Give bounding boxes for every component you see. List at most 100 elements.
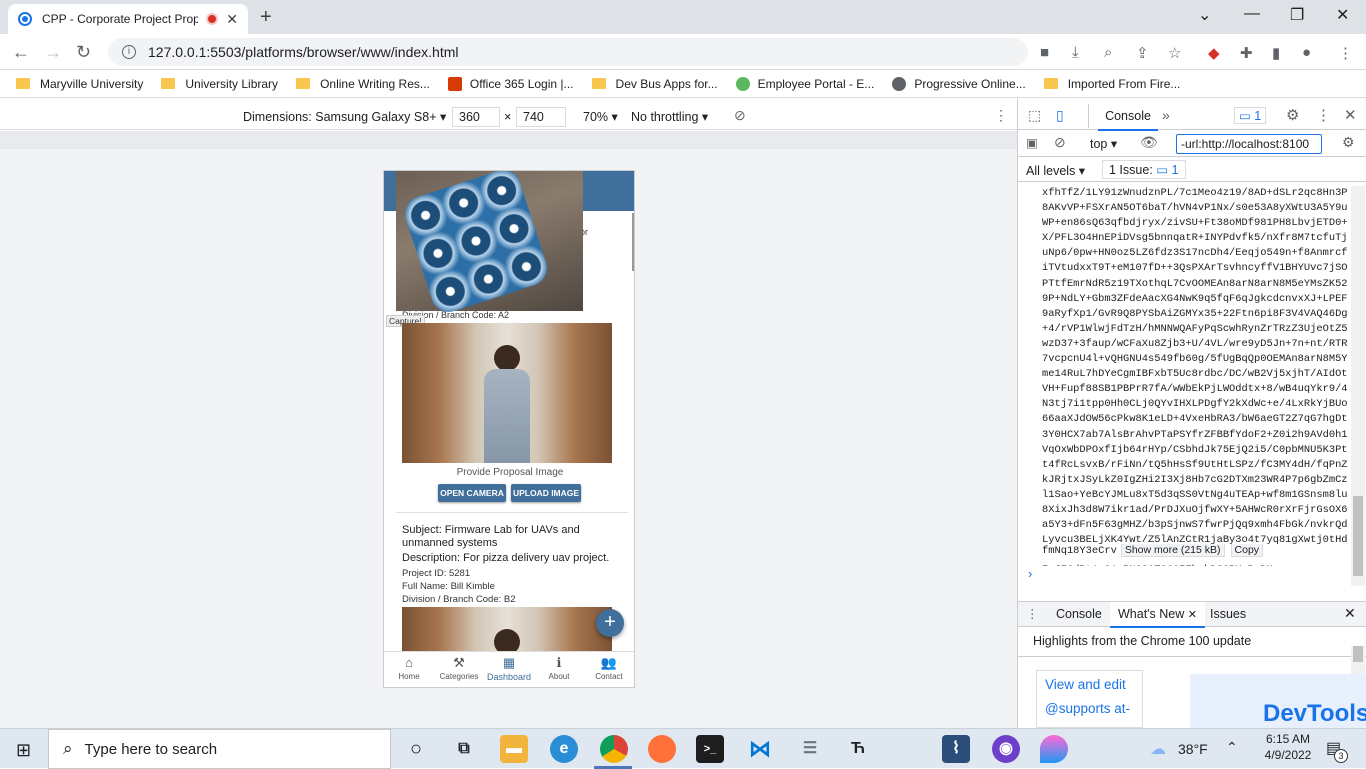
windows-start-icon[interactable]: ⊞ xyxy=(16,740,31,761)
content-scrollbar[interactable] xyxy=(632,213,634,271)
zoom-icon[interactable]: ⌕ xyxy=(1104,44,1112,61)
nav-contact[interactable]: 👥 Contact xyxy=(584,654,634,681)
vscode-icon[interactable]: ⋈ xyxy=(746,735,774,763)
folder-icon xyxy=(296,78,311,89)
show-more-button[interactable]: Show more (215 kB) xyxy=(1120,544,1225,557)
forward-icon[interactable]: → xyxy=(44,42,62,63)
temperature[interactable]: 38°F xyxy=(1178,741,1208,757)
sidebar-toggle-icon[interactable]: ▣ xyxy=(1026,135,1038,150)
more-tabs-icon[interactable]: » xyxy=(1162,107,1170,123)
drawer-menu-icon[interactable]: ⋮ xyxy=(1026,606,1039,621)
typora-icon[interactable]: Ћ xyxy=(844,735,872,763)
console-filter-input[interactable]: -url:http://localhost:8100 xyxy=(1176,134,1322,154)
drawer-whatsnew-tab[interactable]: What's New ✕ xyxy=(1110,602,1205,628)
context-select[interactable]: top ▾ xyxy=(1090,136,1117,151)
profile-avatar-icon[interactable]: ● xyxy=(1302,44,1311,61)
menu-kebab-icon[interactable]: ⋮ xyxy=(1338,44,1353,62)
scrollbar-thumb[interactable] xyxy=(1353,496,1363,576)
live-expression-eye-icon[interactable]: 👁 xyxy=(1140,134,1158,151)
nav-categories[interactable]: ⚒ Categories xyxy=(434,654,484,681)
close-drawer-icon[interactable]: ✕ xyxy=(1344,605,1356,622)
device-dimensions-select[interactable]: Dimensions: Samsung Galaxy S8+ ▾ xyxy=(243,109,446,124)
show-hidden-icons-icon[interactable]: ⌃ xyxy=(1226,739,1238,756)
device-width-input[interactable]: 360 xyxy=(452,107,500,127)
bookmark-item[interactable]: Dev Bus Apps for... xyxy=(591,77,718,91)
weather-icon[interactable]: ☁ xyxy=(1150,739,1166,759)
settings-gear-icon[interactable]: ⚙ xyxy=(1286,106,1299,124)
add-proposal-button[interactable]: + xyxy=(596,609,624,637)
postman-icon[interactable]: ⌇ xyxy=(942,735,970,763)
side-panel-icon[interactable]: ▮ xyxy=(1272,44,1280,62)
chrome-icon[interactable] xyxy=(600,735,628,763)
console-prompt[interactable]: › xyxy=(1028,566,1032,581)
restore-button[interactable]: ❐ xyxy=(1290,5,1304,25)
zoom-select[interactable]: 70% ▾ xyxy=(583,109,618,124)
device-toggle-icon[interactable]: ▯ xyxy=(1056,107,1064,124)
console-settings-icon[interactable]: ⚙ xyxy=(1342,134,1355,151)
clock[interactable]: 6:15 AM 4/9/2022 xyxy=(1258,732,1318,762)
issues-button[interactable]: 1 Issue: ▭ 1 xyxy=(1102,160,1186,179)
bookmark-item[interactable]: University Library xyxy=(161,77,278,91)
proposal-image xyxy=(402,323,612,463)
bookmark-label: Office 365 Login |... xyxy=(469,76,574,91)
close-window-button[interactable]: ✕ xyxy=(1336,5,1349,25)
extension-shield-icon[interactable]: ◆ xyxy=(1208,44,1220,62)
drawer-console-tab[interactable]: Console xyxy=(1056,607,1102,621)
more-options-icon[interactable]: ⋮ xyxy=(994,107,1008,124)
browser-toolbar: ← → ↻ i 127.0.0.1:5503/platforms/browser… xyxy=(0,34,1366,70)
reload-icon[interactable]: ↻ xyxy=(76,42,91,63)
nav-home[interactable]: ⌂ Home xyxy=(384,654,434,681)
address-bar[interactable]: i 127.0.0.1:5503/platforms/browser/www/i… xyxy=(108,38,1028,66)
bookmark-star-icon[interactable]: ☆ xyxy=(1168,44,1181,62)
drawer-scroll-thumb[interactable] xyxy=(1353,646,1363,662)
bookmark-item[interactable]: Maryville University xyxy=(16,77,143,91)
design-app-icon[interactable] xyxy=(1040,735,1068,763)
nav-dashboard[interactable]: ▦ Dashboard xyxy=(484,654,534,682)
site-info-icon[interactable]: i xyxy=(122,45,136,59)
close-devtools-icon[interactable]: ✕ xyxy=(1344,106,1357,124)
drawer-issues-tab[interactable]: Issues xyxy=(1210,607,1246,621)
close-whatsnew-icon[interactable]: ✕ xyxy=(1188,609,1197,621)
bookmark-item[interactable]: Office 365 Login |... xyxy=(447,76,574,91)
camera-icon[interactable]: ■ xyxy=(1040,44,1049,61)
back-icon[interactable]: ← xyxy=(12,42,30,63)
edge-icon[interactable]: e xyxy=(550,735,578,763)
file-explorer-icon[interactable]: ▬ xyxy=(500,735,528,763)
taskbar-search-box[interactable]: ⌕ Type here to search xyxy=(48,729,391,769)
issues-counter[interactable]: ▭ 1 xyxy=(1234,107,1267,124)
log-levels-select[interactable]: All levels ▾ xyxy=(1026,163,1085,178)
cortana-icon[interactable]: ○ xyxy=(402,735,430,763)
browser-tab[interactable]: CPP - Corporate Project Prop ✕ xyxy=(8,4,248,34)
console-scrollbar[interactable] xyxy=(1351,186,1365,586)
task-view-icon[interactable]: ⧉ xyxy=(450,735,478,763)
grid-icon: ▦ xyxy=(502,655,516,670)
github-desktop-icon[interactable]: ◉ xyxy=(992,735,1020,763)
whatsnew-card-link[interactable]: View and edit @supports at-rules xyxy=(1036,670,1143,728)
close-tab-icon[interactable]: ✕ xyxy=(226,11,238,28)
database-icon[interactable]: ☰ xyxy=(796,735,824,763)
bookmark-item[interactable]: Progressive Online... xyxy=(892,76,1026,91)
bookmark-item[interactable]: Online Writing Res... xyxy=(296,77,430,91)
device-height-input[interactable]: 740 xyxy=(516,107,566,127)
nav-label: Contact xyxy=(595,672,623,681)
console-tab[interactable]: Console xyxy=(1098,109,1158,131)
throttling-select[interactable]: No throttling ▾ xyxy=(631,109,708,124)
bookmark-item[interactable]: Employee Portal - E... xyxy=(735,76,874,91)
nav-about[interactable]: ℹ About xyxy=(534,654,584,681)
share-icon[interactable]: ⇪ xyxy=(1136,44,1149,62)
firefox-icon[interactable] xyxy=(648,735,676,763)
new-tab-button[interactable]: + xyxy=(260,6,272,29)
upload-image-button[interactable]: UPLOAD IMAGE xyxy=(511,484,581,502)
tab-search-icon[interactable]: ⌄ xyxy=(1198,5,1211,25)
copy-button[interactable]: Copy xyxy=(1230,544,1264,557)
rotate-icon[interactable]: ⊘ xyxy=(734,107,746,124)
open-camera-button[interactable]: OPEN CAMERA xyxy=(438,484,506,502)
install-icon[interactable]: ⤓ xyxy=(1072,44,1079,61)
minimize-button[interactable]: — xyxy=(1244,5,1260,23)
terminal-icon[interactable]: >_ xyxy=(696,735,724,763)
extensions-puzzle-icon[interactable]: ✚ xyxy=(1240,44,1253,62)
bookmark-item[interactable]: Imported From Fire... xyxy=(1043,77,1180,91)
customize-menu-icon[interactable]: ⋮ xyxy=(1316,106,1331,124)
inspect-element-icon[interactable]: ⬚ xyxy=(1028,107,1041,124)
clear-console-icon[interactable]: ⊘ xyxy=(1054,134,1066,151)
